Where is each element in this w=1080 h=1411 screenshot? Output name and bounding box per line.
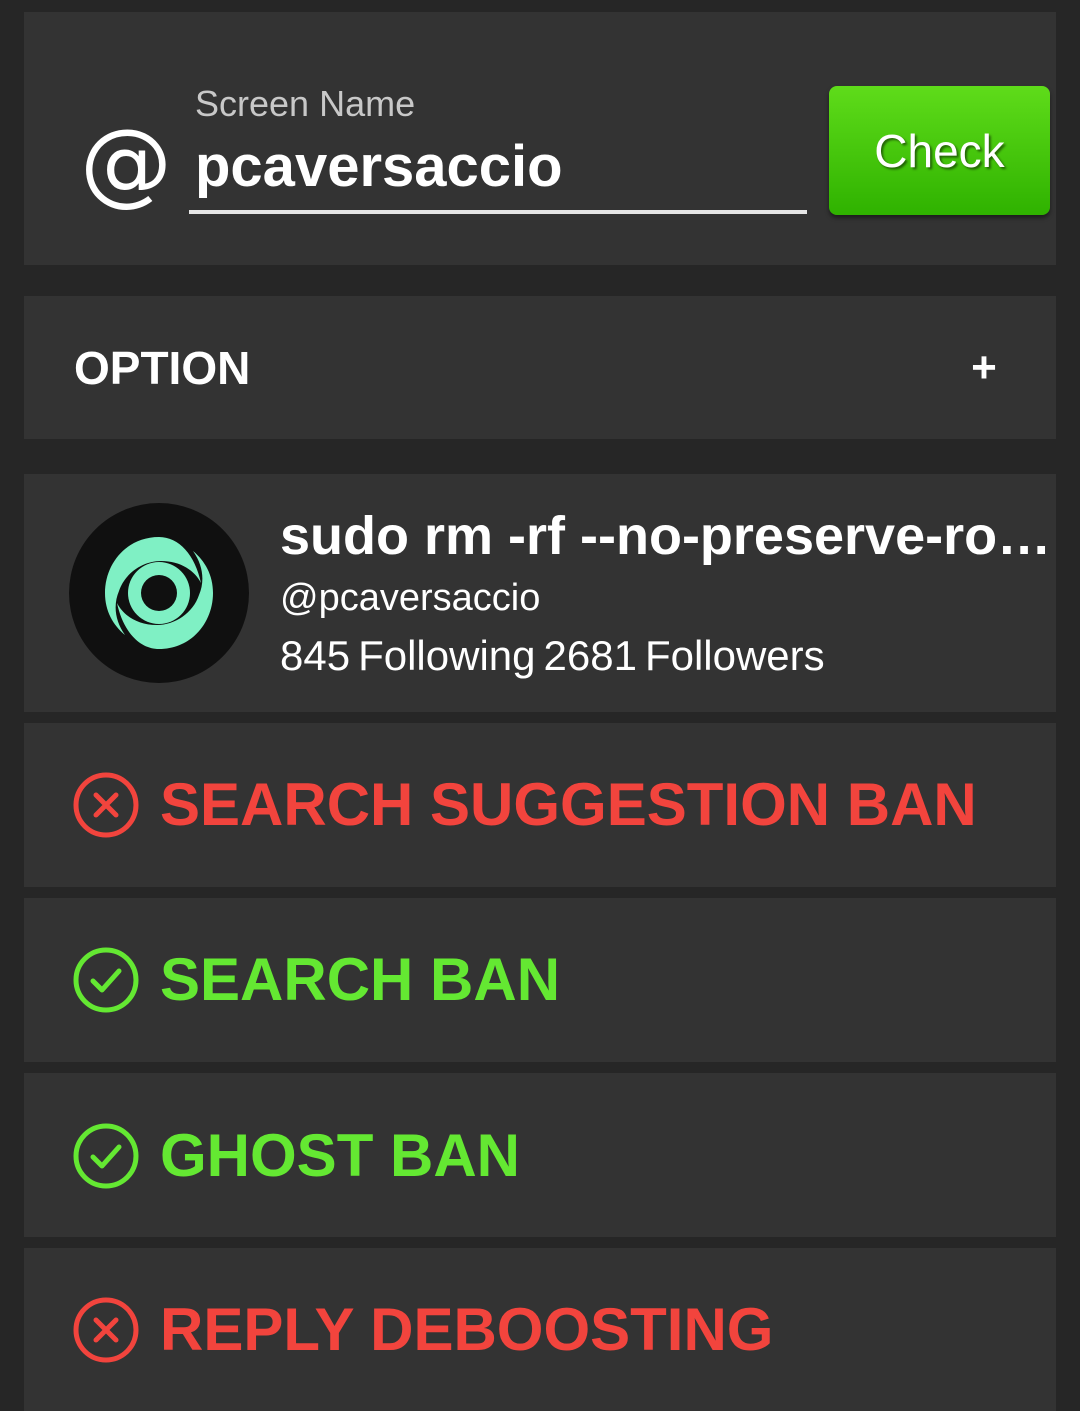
status-label: SEARCH BAN <box>160 946 561 1013</box>
x-circle-icon <box>73 1297 139 1363</box>
screen-name-label: Screen Name <box>195 83 416 124</box>
at-sign-icon: @ <box>80 109 172 216</box>
status-label: REPLY DEBOOSTING <box>160 1296 774 1363</box>
screen-name-card: @ Screen Name Check <box>24 12 1056 265</box>
profile-card: sudo rm -rf --no-preserve-ro… @pcaversac… <box>24 474 1056 712</box>
profile-display-name: sudo rm -rf --no-preserve-ro… <box>280 506 1052 566</box>
check-circle-icon <box>73 947 139 1013</box>
followers-count: 2681 <box>543 632 637 679</box>
following-count: 845 <box>280 632 351 679</box>
check-button[interactable]: Check <box>829 86 1050 215</box>
screen-name-input[interactable] <box>189 122 807 214</box>
x-circle-icon <box>73 772 139 838</box>
plus-expand-icon[interactable]: + <box>964 340 1004 396</box>
followers-label: Followers <box>644 632 825 679</box>
profile-handle: @pcaversaccio <box>280 577 541 619</box>
status-label: GHOST BAN <box>160 1122 520 1189</box>
shadowban-checker-screen: @ Screen Name Check OPTION + sudo rm -rf… <box>0 0 1080 1411</box>
profile-counts: 845 Following 2681 Followers <box>280 630 833 682</box>
status-ghost-ban: GHOST BAN <box>24 1073 1056 1237</box>
check-circle-icon <box>73 1123 139 1189</box>
status-reply-deboosting: REPLY DEBOOSTING <box>24 1248 1056 1411</box>
status-label: SEARCH SUGGESTION BAN <box>160 771 977 838</box>
option-title: OPTION <box>74 342 251 394</box>
following-label: Following <box>358 632 536 679</box>
status-search-suggestion-ban: SEARCH SUGGESTION BAN <box>24 723 1056 887</box>
option-panel[interactable]: OPTION + <box>24 296 1056 439</box>
status-search-ban: SEARCH BAN <box>24 898 1056 1062</box>
cyclone-logo-icon <box>69 503 249 683</box>
